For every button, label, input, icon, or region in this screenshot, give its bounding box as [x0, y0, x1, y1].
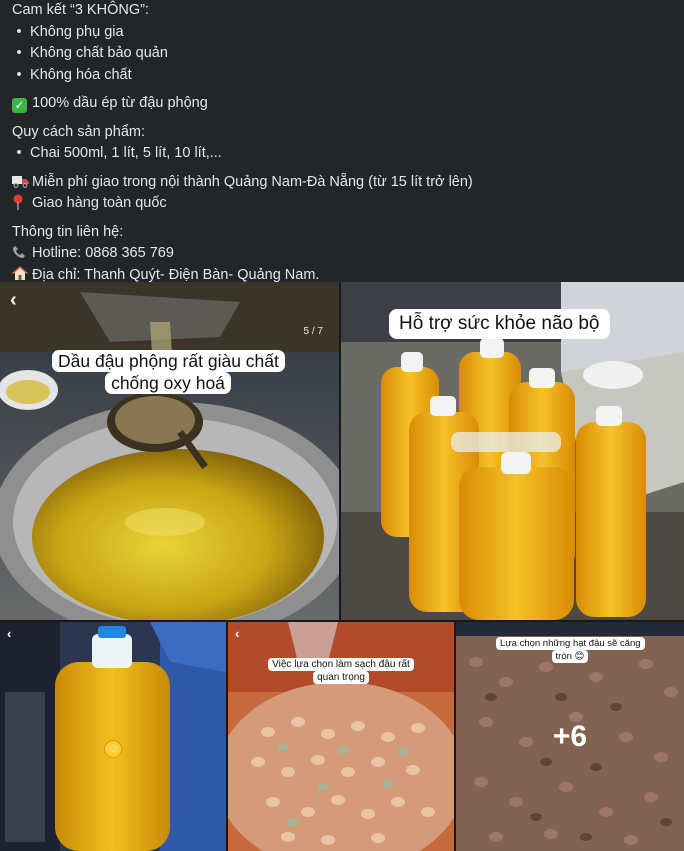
peanuts-basin-image	[228, 622, 454, 851]
telephone-icon	[12, 243, 32, 265]
more-photos-count: +6	[552, 719, 588, 753]
spec-title: Quy cách sản phẩm:	[12, 123, 145, 140]
hotline-line: Hotline: 0868 365 769	[12, 243, 672, 265]
chevron-left-icon[interactable]: ‹	[10, 290, 17, 310]
photo-caption: Dầu đậu phộng rất giàu chất chống oxy ho…	[52, 350, 285, 394]
smile-emoji-icon: ☺	[104, 740, 122, 758]
photo-single-bottle[interactable]: ‹ ☺	[0, 622, 226, 851]
photo-caption: Lựa chọn những hạt đậu sẽ căng tròn 😊	[496, 637, 645, 663]
nationwide-shipping-line: Giao hàng toàn quốc	[12, 193, 672, 215]
single-bottle-image	[0, 622, 226, 851]
photo-counter: 5 / 7	[303, 326, 323, 337]
photo-caption: Hỗ trợ sức khỏe não bộ	[389, 309, 610, 339]
chevron-left-icon[interactable]: ‹	[235, 626, 239, 641]
chevron-left-icon[interactable]: ‹	[7, 626, 11, 641]
post-text: Cam kết “3 KHÔNG”: • Không phụ gia • Khô…	[0, 0, 684, 286]
photo-more-peanuts[interactable]: +6 Lựa chọn những hạt đậu sẽ căng tròn 😊	[456, 622, 684, 851]
delivery-truck-icon	[12, 172, 32, 194]
commit-title: Cam kết “3 KHÔNG”:	[12, 2, 149, 18]
photo-caption: Việc lựa chọn làm sạch đậu rất quan trọn…	[263, 658, 419, 684]
commit-item: • Không hóa chất	[16, 66, 132, 83]
photo-oil-pot[interactable]: ‹ 5 / 7 Dầu đậu phộng rất giàu chất chốn…	[0, 282, 339, 620]
map-pin-icon	[12, 193, 32, 215]
check-mark-button-icon: ✓	[12, 98, 27, 113]
photo-peanut-cleaning[interactable]: ‹ Việc lựa chọn làm sạch đậu rất quan tr…	[228, 622, 454, 851]
contact-title: Thông tin liên hệ:	[12, 223, 124, 240]
photo-gallery: ‹ 5 / 7 Dầu đậu phộng rất giàu chất chốn…	[0, 282, 684, 851]
free-shipping-line: Miễn phí giao trong nội thành Quảng Nam-…	[12, 172, 672, 194]
pure-oil-line: ✓ 100% dầu ép từ đậu phộng	[12, 93, 672, 115]
commit-item: • Không phụ gia	[16, 23, 124, 40]
photo-oil-bottles[interactable]: Hỗ trợ sức khỏe não bộ	[341, 282, 684, 620]
commit-item: • Không chất bảo quản	[16, 45, 168, 61]
oil-pot-image	[0, 282, 339, 620]
spec-item: • Chai 500ml, 1 lít, 5 lít, 10 lít,...	[16, 145, 222, 161]
